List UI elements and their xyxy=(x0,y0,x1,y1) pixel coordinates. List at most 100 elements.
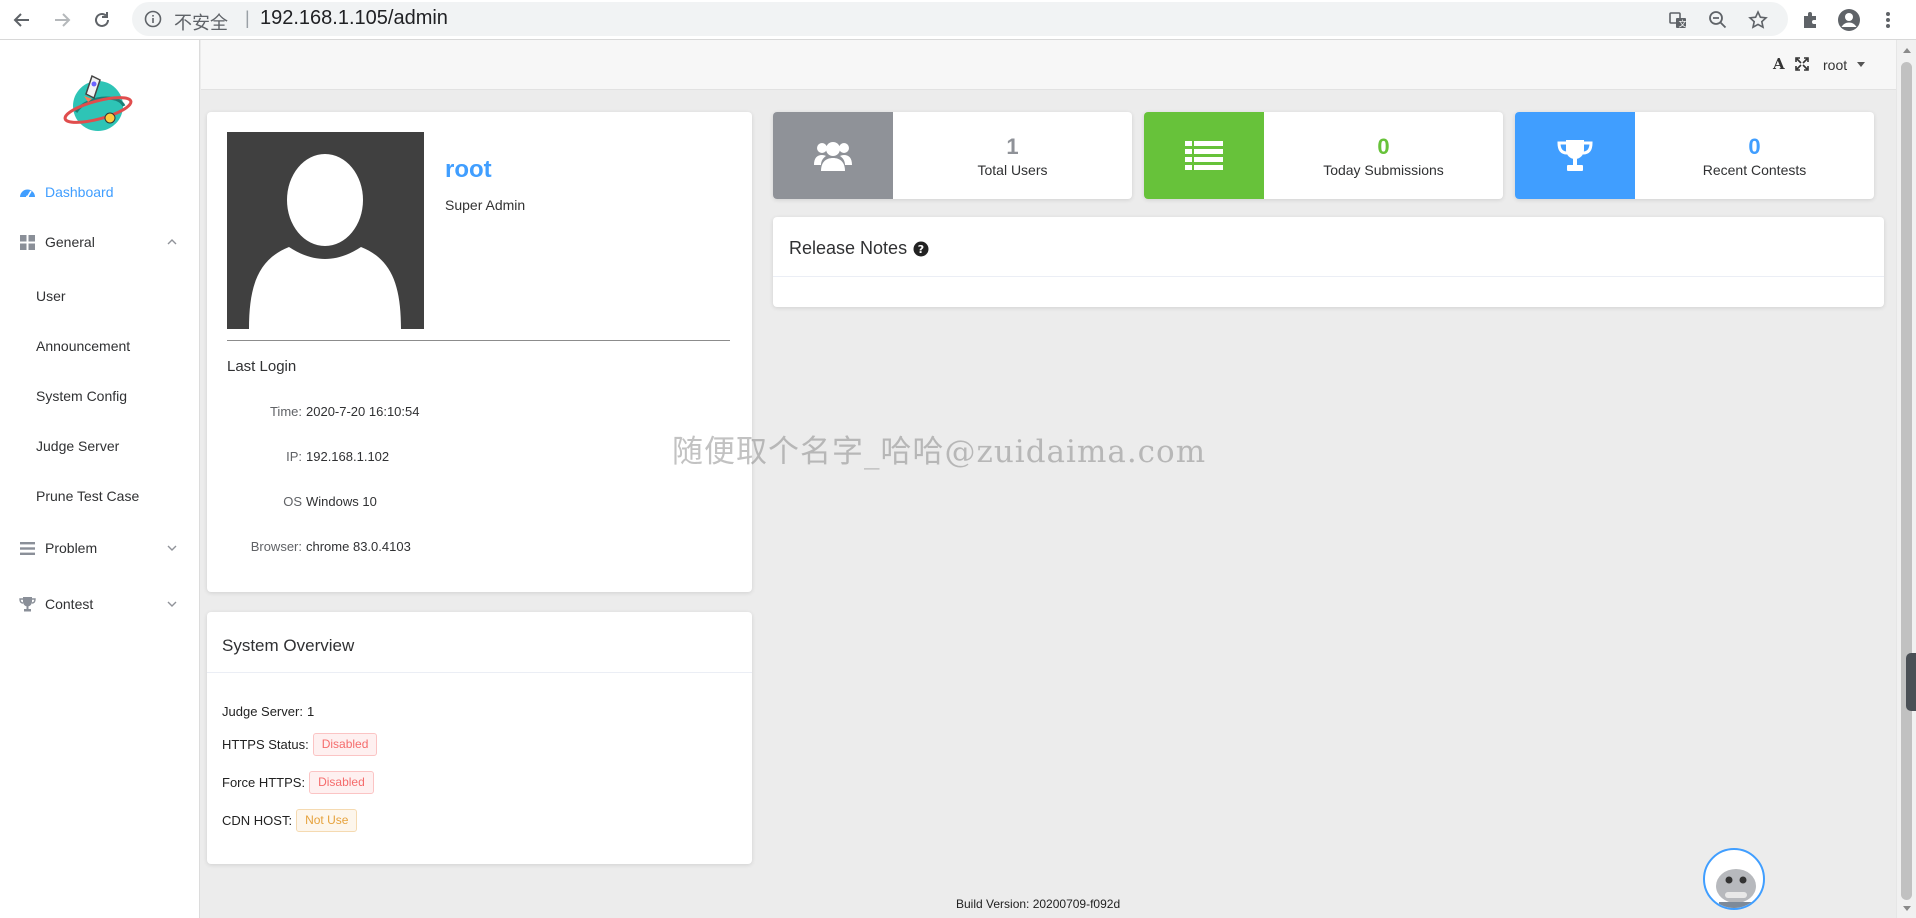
watermark: 随便取个名字_哈哈@zuidaima.com xyxy=(672,434,1207,470)
caret-down-icon[interactable] xyxy=(1857,62,1865,67)
last-login-title: Last Login xyxy=(227,358,297,375)
trophy-icon xyxy=(19,597,36,612)
today-submissions-label: Today Submissions xyxy=(1323,162,1444,178)
extensions-button[interactable] xyxy=(1796,6,1824,34)
list-bars-icon xyxy=(20,542,35,555)
sidebar-item-label: User xyxy=(36,288,66,304)
side-widget-tab[interactable] xyxy=(1906,653,1916,711)
sidebar-item-dashboard[interactable]: Dashboard xyxy=(0,172,199,212)
https-status-row: HTTPS Status: Disabled xyxy=(222,732,378,756)
force-https-badge: Disabled xyxy=(309,770,374,794)
info-icon[interactable] xyxy=(144,10,162,28)
profile-name: root xyxy=(445,156,492,183)
login-time-label: Time: xyxy=(269,404,302,419)
account-circle-icon xyxy=(1838,9,1860,31)
more-vertical-icon xyxy=(1886,12,1890,28)
top-header: A root xyxy=(201,40,1896,90)
force-https-row: Force HTTPS: Disabled xyxy=(222,770,374,794)
reload-icon xyxy=(95,12,109,27)
bookmark-button[interactable] xyxy=(1746,8,1770,32)
judge-server-value: 1 xyxy=(306,703,315,719)
arrow-right-icon xyxy=(55,13,71,27)
robot-assistant-button[interactable] xyxy=(1703,848,1765,910)
translate-button[interactable]: 文 xyxy=(1666,8,1690,32)
fullscreen-icon[interactable] xyxy=(1795,57,1809,71)
trophy-icon xyxy=(1557,139,1593,171)
system-overview-card: System Overview Judge Server: 1 HTTPS St… xyxy=(207,612,752,864)
sidebar-item-problem[interactable]: Problem xyxy=(0,528,199,568)
login-browser-row: Browser: chrome 83.0.4103 xyxy=(207,539,752,559)
sidebar-item-label: System Config xyxy=(36,388,128,404)
chevron-up-icon xyxy=(167,239,177,245)
forward-button[interactable] xyxy=(48,6,76,34)
translate-icon: 文 xyxy=(1669,12,1687,29)
back-button[interactable] xyxy=(8,6,36,34)
total-users-label: Total Users xyxy=(977,162,1048,178)
sidebar-item-label: General xyxy=(45,234,95,250)
judge-server-row: Judge Server: 1 xyxy=(222,699,314,723)
recent-contests-label: Recent Contests xyxy=(1702,162,1807,178)
scroll-up-arrow[interactable] xyxy=(1903,48,1911,53)
sidebar-item-prune-test-case[interactable]: Prune Test Case xyxy=(0,476,199,516)
svg-text:文: 文 xyxy=(1679,19,1687,29)
sidebar-item-system-config[interactable]: System Config xyxy=(0,376,199,416)
sidebar-item-label: Dashboard xyxy=(45,184,114,200)
https-status-label: HTTPS Status: xyxy=(222,736,309,752)
scroll-down-arrow[interactable] xyxy=(1903,906,1911,911)
font-size-icon[interactable]: A xyxy=(1773,55,1785,73)
chevron-down-icon xyxy=(167,545,177,551)
avatar xyxy=(227,132,424,329)
total-users-icon-box xyxy=(773,112,893,199)
login-os-label: OS xyxy=(283,494,302,509)
recent-contests-icon-box xyxy=(1515,112,1635,199)
sidebar-item-label: Problem xyxy=(45,540,98,556)
profile-button[interactable] xyxy=(1835,6,1863,34)
release-notes-divider xyxy=(773,276,1884,277)
sidebar-item-contest[interactable]: Contest xyxy=(0,584,199,624)
puzzle-icon xyxy=(1804,12,1816,28)
chevron-down-icon xyxy=(167,601,177,607)
question-circle-icon[interactable]: ? xyxy=(913,241,929,257)
user-silhouette-icon xyxy=(249,154,401,329)
https-status-badge: Disabled xyxy=(312,732,378,756)
force-https-label: Force HTTPS: xyxy=(222,774,306,790)
grid-icon xyxy=(20,235,35,250)
release-notes-card: Release Notes ? xyxy=(773,217,1884,307)
login-time-row: Time: 2020-7-20 16:10:54 xyxy=(207,404,752,424)
sidebar-item-label: Prune Test Case xyxy=(36,488,140,504)
sidebar-item-label: Judge Server xyxy=(36,438,120,454)
cdn-host-row: CDN HOST: Not Use xyxy=(222,808,358,832)
sidebar-item-user[interactable]: User xyxy=(0,276,199,316)
total-users-value: 1 xyxy=(1006,134,1019,159)
browser-toolbar: 不安全 | 192.168.1.105/admin 文 xyxy=(0,0,1916,40)
sidebar-item-announcement[interactable]: Announcement xyxy=(0,326,199,366)
login-ip-value: 192.168.1.102 xyxy=(306,449,390,464)
url-text[interactable]: 192.168.1.105/admin xyxy=(260,7,448,30)
release-notes-header: Release Notes ? xyxy=(789,238,929,259)
vertical-scrollbar[interactable] xyxy=(1896,40,1916,918)
address-bar[interactable]: 不安全 | 192.168.1.105/admin 文 xyxy=(132,2,1788,36)
today-submissions-icon-box xyxy=(1144,112,1264,199)
scroll-thumb[interactable] xyxy=(1901,62,1912,900)
login-os-value: Windows 10 xyxy=(306,494,377,509)
login-time-value: 2020-7-20 16:10:54 xyxy=(306,404,420,419)
build-version: Build Version: 20200709-f092d xyxy=(956,897,1121,911)
url-separator: | xyxy=(245,8,250,28)
login-os-row: OS Windows 10 xyxy=(207,494,752,514)
rocket-planet-logo[interactable] xyxy=(62,66,134,138)
svg-text:?: ? xyxy=(918,243,924,256)
login-browser-label: Browser: xyxy=(250,539,302,554)
login-ip-row: IP: 192.168.1.102 xyxy=(207,449,752,469)
user-dropdown[interactable]: root xyxy=(1823,57,1847,73)
sidebar-item-general[interactable]: General xyxy=(0,222,199,262)
reload-button[interactable] xyxy=(88,6,116,34)
browser-menu-button[interactable] xyxy=(1874,6,1902,34)
robot-icon xyxy=(1716,869,1756,908)
judge-server-label: Judge Server: xyxy=(222,703,303,719)
login-ip-label: IP: xyxy=(286,449,302,464)
recent-contests-value: 0 xyxy=(1748,134,1761,159)
profile-card: root Super Admin Last Login Time: 2020-7… xyxy=(207,112,752,592)
sidebar-item-judge-server[interactable]: Judge Server xyxy=(0,426,199,466)
zoom-button[interactable] xyxy=(1706,8,1730,32)
dashboard-icon xyxy=(20,189,35,199)
